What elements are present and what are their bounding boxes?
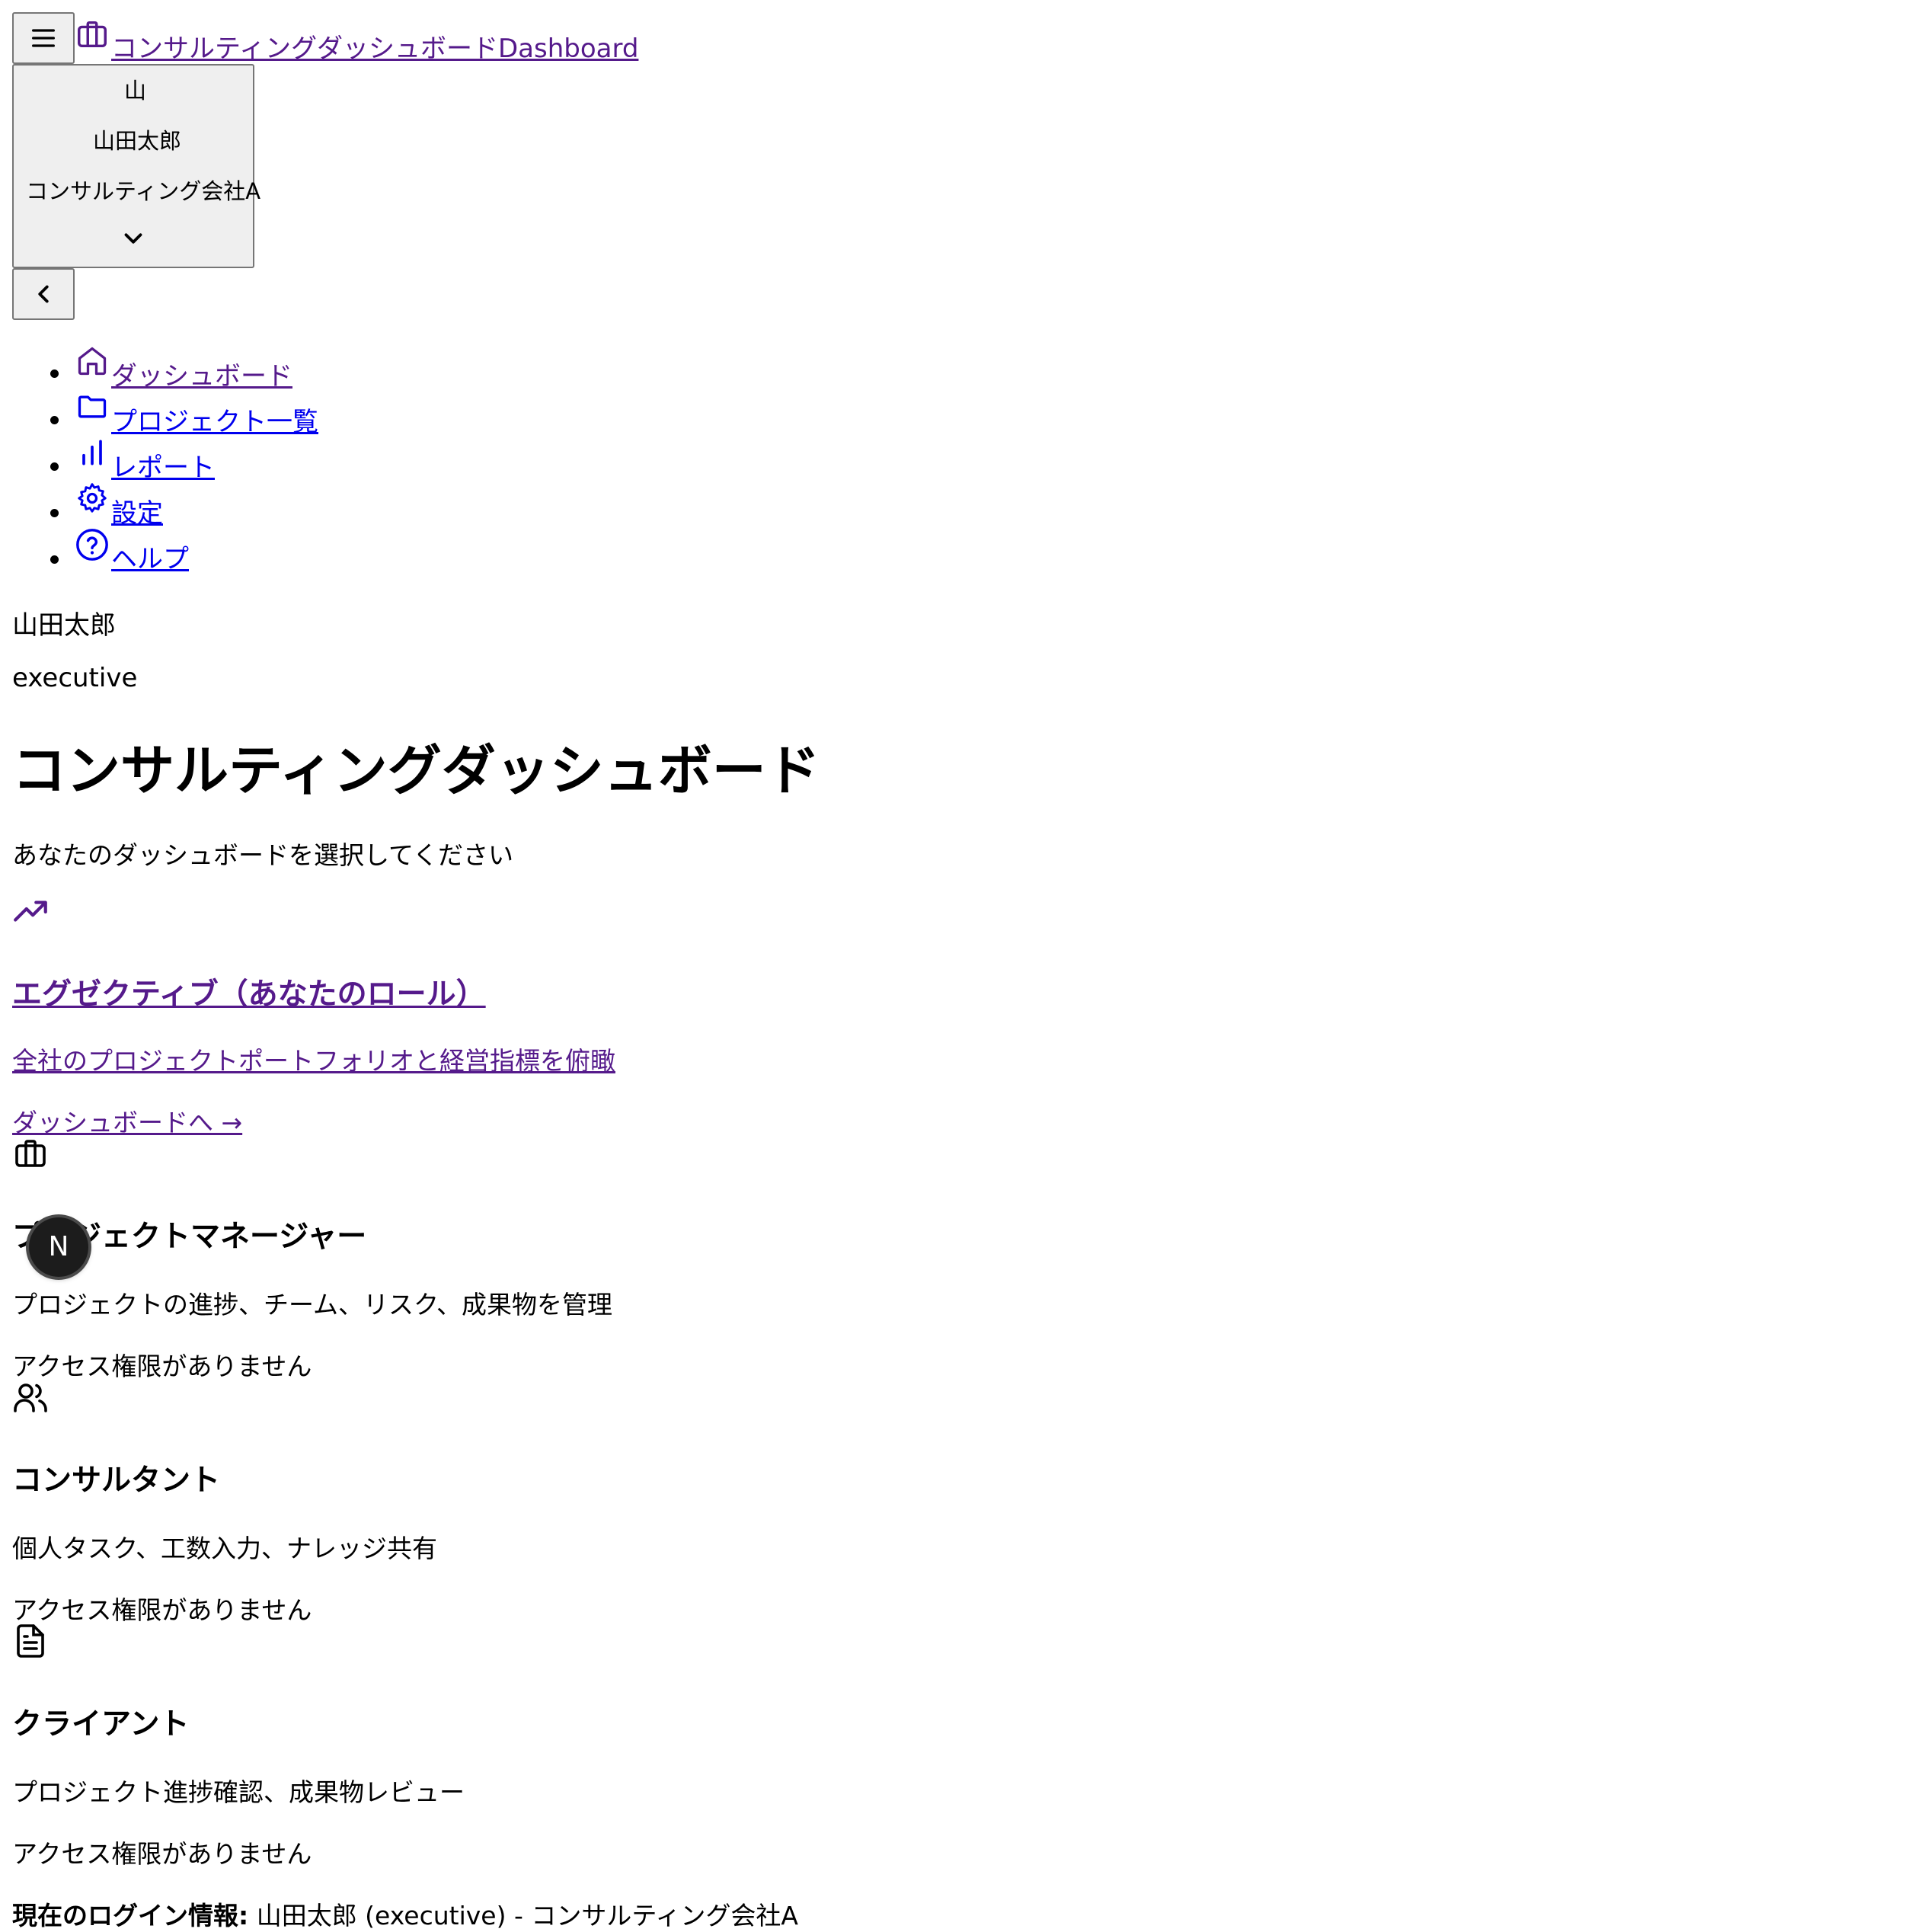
sidebar-item-settings: 設定	[0, 472, 381, 529]
sidebar-item-help: ヘルプ	[0, 518, 381, 574]
brand-label: コンサルティングダッシュボードDashboard	[111, 34, 639, 64]
list-bullet	[50, 369, 59, 378]
dev-badge-letter: N	[48, 1231, 69, 1262]
briefcase-icon	[15, 1140, 46, 1167]
chevron-down-icon	[124, 233, 142, 244]
client-card: クライアント プロジェクト進捗確認、成果物レビュー アクセス権限がありません	[0, 1623, 685, 1869]
trending-up-icon	[14, 900, 47, 922]
page-title: コンサルティングダッシュボード	[12, 739, 820, 802]
sidebar-user-role: executive	[12, 663, 138, 693]
bar-chart-icon	[82, 440, 102, 465]
card-description: プロジェクト進捗確認、成果物レビュー	[12, 1777, 465, 1807]
card-description: 全社のプロジェクトポートフォリオと経営指標を俯瞰	[12, 1046, 615, 1076]
brand-link[interactable]: コンサルティングダッシュボードDashboard	[75, 21, 638, 66]
card-description: プロジェクトの進捗、チーム、リスク、成果物を管理	[12, 1290, 613, 1319]
home-icon	[78, 347, 107, 376]
card-title: エグゼクティブ（あなたのロール）	[12, 977, 486, 1012]
executive-dashboard-card[interactable]: エグゼクティブ（あなたのロール） 全社のプロジェクトポートフォリオと経営指標を俯…	[0, 891, 685, 1137]
project-manager-card: プロジェクトマネージャー プロジェクトの進捗、チーム、リスク、成果物を管理 アク…	[0, 1135, 685, 1381]
avatar: 山	[124, 78, 147, 104]
sidebar-item-projects: プロジェクト一覧	[0, 381, 381, 437]
card-title: コンサルタント	[12, 1463, 221, 1498]
user-company: コンサルティング会社A	[26, 178, 261, 204]
file-text-icon	[17, 1624, 44, 1658]
user-menu-button[interactable]: 山 山田太郎 コンサルティング会社A	[12, 64, 260, 268]
list-bullet	[50, 509, 59, 517]
chevron-left-icon	[38, 285, 49, 303]
hamburger-icon	[32, 29, 56, 47]
menu-toggle-button[interactable]	[12, 12, 75, 64]
login-info: 現在のログイン情報: 山田太郎 (executive) - コンサルティング会社…	[12, 1895, 798, 1932]
user-name: 山田太郎	[93, 128, 182, 154]
nextjs-logo-icon[interactable]: N	[29, 1217, 88, 1277]
card-access-status: アクセス権限がありません	[12, 1595, 312, 1625]
help-circle-icon	[76, 529, 108, 561]
users-icon	[14, 1383, 47, 1412]
nav-link-help[interactable]: ヘルプ	[111, 538, 189, 575]
list-bullet	[50, 555, 59, 564]
consultant-card: コンサルタント 個人タスク、工数入力、ナレッジ共有 アクセス権限がありません	[0, 1379, 685, 1625]
collapse-sidebar-button[interactable]	[12, 268, 75, 320]
card-description: 個人タスク、工数入力、ナレッジ共有	[12, 1534, 438, 1563]
briefcase-icon	[78, 21, 107, 48]
list-bullet	[50, 416, 59, 424]
card-action-link: ダッシュボードへ →	[12, 1108, 243, 1137]
login-info-label: 現在のログイン情報:	[12, 1901, 249, 1930]
sidebar-item-dashboard: ダッシュボード	[0, 335, 381, 392]
sidebar-item-reports: レポート	[0, 427, 381, 483]
card-title: クライアント	[12, 1707, 190, 1742]
sidebar-user-name: 山田太郎	[12, 610, 116, 641]
page-subtitle: あなたのダッシュボードを選択してください	[12, 840, 514, 870]
login-info-value: 山田太郎 (executive) - コンサルティング会社A	[248, 1901, 798, 1930]
list-bullet	[50, 462, 59, 471]
card-access-status: アクセス権限がありません	[12, 1351, 312, 1381]
card-access-status: アクセス権限がありません	[12, 1839, 312, 1869]
folder-icon	[78, 395, 107, 418]
gear-icon	[78, 483, 107, 513]
